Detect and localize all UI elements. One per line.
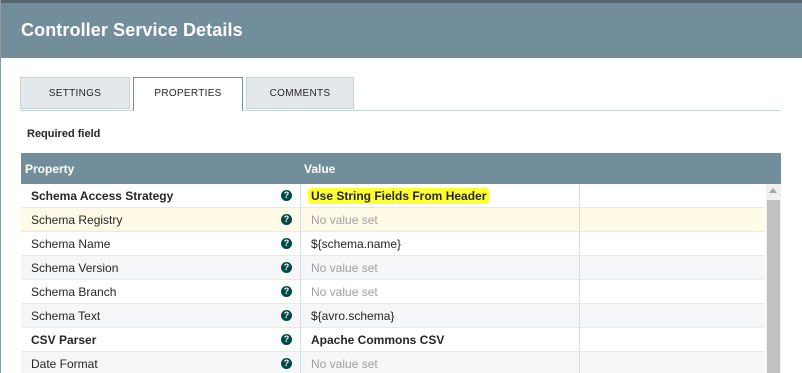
property-value[interactable]: Use String Fields From Header xyxy=(308,188,490,204)
help-icon[interactable]: ? xyxy=(281,238,292,249)
cell-divider xyxy=(300,184,301,208)
cell-divider xyxy=(579,184,580,208)
property-name: Date Format xyxy=(31,357,98,371)
property-value[interactable]: Apache Commons CSV xyxy=(311,333,444,347)
vertical-scrollbar[interactable] xyxy=(766,184,781,373)
dialog-title: Controller Service Details xyxy=(21,20,243,40)
cell-divider xyxy=(579,208,580,232)
table-row[interactable]: Schema Text ? ${avro.schema} xyxy=(21,304,765,328)
scroll-up-arrow-icon[interactable] xyxy=(769,188,777,193)
cell-divider xyxy=(579,352,580,373)
property-name: Schema Text xyxy=(31,309,101,323)
property-value[interactable]: No value set xyxy=(311,213,378,227)
controller-service-dialog: Controller Service Details SETTINGS PROP… xyxy=(0,0,802,373)
cell-divider xyxy=(579,232,580,256)
property-name: Schema Branch xyxy=(31,285,117,299)
column-header-value: Value xyxy=(304,162,336,176)
table-row[interactable]: Schema Branch ? No value set xyxy=(21,280,765,304)
table-row[interactable]: Date Format ? No value set xyxy=(21,352,765,373)
table-row[interactable]: CSV Parser ? Apache Commons CSV xyxy=(21,328,765,352)
value-highlight: Use String Fields From Header xyxy=(308,188,490,204)
tab-comments[interactable]: COMMENTS xyxy=(246,77,354,109)
table-header: Property Value xyxy=(21,153,781,184)
help-icon[interactable]: ? xyxy=(281,286,292,297)
property-value[interactable]: ${schema.name} xyxy=(311,237,401,251)
property-name: Schema Name xyxy=(31,237,111,251)
cell-divider xyxy=(579,328,580,352)
tab-settings[interactable]: SETTINGS xyxy=(20,77,130,109)
cell-divider xyxy=(300,232,301,256)
cell-divider xyxy=(300,256,301,280)
help-icon[interactable]: ? xyxy=(281,214,292,225)
tab-bar: SETTINGS PROPERTIES COMMENTS xyxy=(20,77,780,111)
property-value[interactable]: No value set xyxy=(311,261,378,275)
property-name: Schema Access Strategy xyxy=(31,189,174,203)
cell-divider xyxy=(579,280,580,304)
help-icon[interactable]: ? xyxy=(281,262,292,273)
cell-divider xyxy=(300,280,301,304)
help-icon[interactable]: ? xyxy=(281,358,292,369)
table-row[interactable]: Schema Name ? ${schema.name} xyxy=(21,232,765,256)
properties-table: Property Value Schema Access Strategy ? … xyxy=(21,153,781,373)
table-row[interactable]: Schema Version ? No value set xyxy=(21,256,765,280)
cell-divider xyxy=(300,352,301,373)
cell-divider xyxy=(300,208,301,232)
column-header-property: Property xyxy=(25,162,75,176)
cell-divider xyxy=(579,256,580,280)
property-name: Schema Version xyxy=(31,261,119,275)
help-icon[interactable]: ? xyxy=(281,310,292,321)
help-icon[interactable]: ? xyxy=(281,334,292,345)
property-name: Schema Registry xyxy=(31,213,123,227)
property-value[interactable]: ${avro.schema} xyxy=(311,309,394,323)
cell-divider xyxy=(579,304,580,328)
help-icon[interactable]: ? xyxy=(281,190,292,201)
property-value[interactable]: No value set xyxy=(311,357,378,371)
dialog-header: Controller Service Details xyxy=(1,0,802,58)
table-row[interactable]: Schema Access Strategy ? Use String Fiel… xyxy=(21,184,765,208)
table-body: Schema Access Strategy ? Use String Fiel… xyxy=(21,184,765,373)
property-name: CSV Parser xyxy=(31,333,97,347)
table-row[interactable]: Schema Registry ? No value set xyxy=(21,208,765,232)
cell-divider xyxy=(300,304,301,328)
property-value[interactable]: No value set xyxy=(311,285,378,299)
cell-divider xyxy=(300,328,301,352)
required-field-label: Required field xyxy=(27,128,101,140)
scrollbar-thumb[interactable] xyxy=(767,200,780,373)
tab-properties[interactable]: PROPERTIES xyxy=(133,77,243,111)
